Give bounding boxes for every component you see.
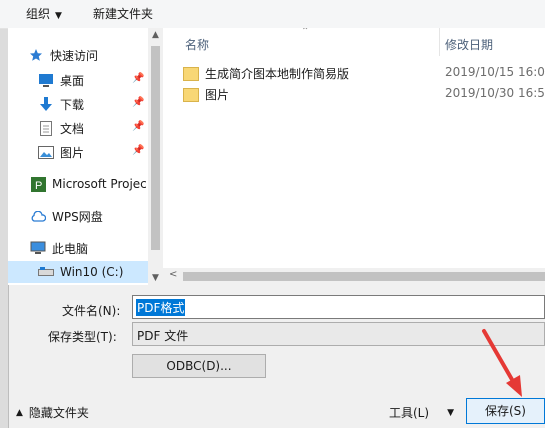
save-type-value: PDF 文件 bbox=[137, 329, 189, 343]
nav-item-wps-cloud[interactable]: WPS网盘 bbox=[30, 205, 148, 227]
scroll-down-icon[interactable]: ▼ bbox=[148, 273, 163, 283]
tools-label: 工具(L) bbox=[389, 406, 430, 420]
nav-item-label: 此电脑 bbox=[52, 241, 89, 256]
chevron-up-icon: ▲ bbox=[16, 407, 23, 418]
hide-folders-label: 隐藏文件夹 bbox=[28, 406, 89, 420]
scroll-up-icon[interactable]: ▲ bbox=[148, 30, 163, 40]
tools-menu-button[interactable]: 工具(L) ▼ bbox=[389, 404, 454, 421]
save-button[interactable]: 保存(S) bbox=[466, 398, 545, 424]
nav-item-label: WPS网盘 bbox=[52, 209, 103, 224]
file-name: 图片 bbox=[205, 88, 230, 102]
document-icon bbox=[38, 120, 54, 136]
new-folder-button[interactable]: 新建文件夹 bbox=[93, 5, 153, 22]
file-date: 2019/10/30 16:55 bbox=[445, 86, 545, 100]
chevron-down-icon: ▼ bbox=[55, 11, 62, 21]
folder-icon bbox=[183, 87, 199, 102]
nav-item-label: 桌面 bbox=[60, 73, 85, 88]
project-icon: P bbox=[30, 176, 46, 192]
nav-item-label: 下载 bbox=[60, 97, 85, 112]
dialog-toolbar: 组织 ▼ 新建文件夹 bbox=[0, 0, 545, 29]
download-arrow-icon bbox=[38, 96, 54, 112]
filename-label: 文件名(N): bbox=[62, 304, 121, 318]
nav-quick-access[interactable]: 快速访问 bbox=[28, 44, 148, 66]
navigation-scrollbar[interactable]: ▲ ▼ bbox=[148, 28, 163, 285]
nav-item-label: 文档 bbox=[60, 121, 85, 136]
filename-value: PDF格式 bbox=[136, 299, 186, 316]
svg-text:P: P bbox=[35, 180, 42, 192]
pin-icon[interactable]: 📌 bbox=[132, 97, 144, 108]
list-item-name: 图片 bbox=[183, 86, 229, 103]
filename-input[interactable]: PDF格式 bbox=[132, 295, 545, 319]
list-item-name: 生成简介图本地制作简易版 bbox=[183, 65, 349, 82]
navigation-pane: 快速访问 桌面 📌 下载 📌 文档 📌 图片 📌 P Microsoft Pro… bbox=[8, 28, 148, 285]
file-name: 生成简介图本地制作简易版 bbox=[205, 67, 350, 81]
nav-item-drive-c[interactable]: Win10 (C:) bbox=[8, 261, 148, 283]
scrollbar-thumb[interactable] bbox=[151, 46, 160, 250]
list-item[interactable]: 生成简介图本地制作简易版 2019/10/15 16:09 bbox=[183, 62, 545, 82]
drive-icon bbox=[38, 264, 54, 280]
column-header-name[interactable]: 名称 bbox=[185, 36, 209, 53]
nav-quick-access-label: 快速访问 bbox=[50, 48, 99, 63]
folder-icon bbox=[183, 66, 199, 81]
nav-item-downloads[interactable]: 下载 📌 bbox=[38, 93, 148, 115]
nav-item-pictures[interactable]: 图片 📌 bbox=[38, 141, 148, 163]
scroll-left-icon[interactable]: < bbox=[169, 269, 177, 280]
picture-icon bbox=[38, 144, 54, 160]
horizontal-scrollbar[interactable]: < bbox=[163, 268, 545, 285]
column-header-date[interactable]: 修改日期 bbox=[445, 36, 493, 53]
odbc-button[interactable]: ODBC(D)... bbox=[132, 354, 266, 378]
nav-item-label: 图片 bbox=[60, 145, 85, 160]
nav-item-desktop[interactable]: 桌面 📌 bbox=[38, 69, 148, 91]
organize-menu-button[interactable]: 组织 ▼ bbox=[26, 5, 62, 22]
file-date: 2019/10/15 16:09 bbox=[445, 65, 545, 79]
desktop-icon bbox=[38, 72, 54, 88]
sort-ascending-icon: ⌃ bbox=[301, 28, 310, 37]
save-type-label: 保存类型(T): bbox=[48, 330, 117, 344]
scrollbar-thumb[interactable] bbox=[183, 272, 545, 281]
file-list: ⌃ 名称 修改日期 生成简介图本地制作简易版 2019/10/15 16:09 … bbox=[163, 28, 545, 285]
pin-icon[interactable]: 📌 bbox=[132, 73, 144, 84]
nav-item-microsoft-project[interactable]: P Microsoft Projec bbox=[30, 173, 148, 195]
column-divider[interactable] bbox=[439, 28, 440, 56]
nav-item-documents[interactable]: 文档 📌 bbox=[38, 117, 148, 139]
nav-item-label: Microsoft Projec bbox=[52, 177, 147, 191]
cloud-icon bbox=[30, 208, 46, 224]
nav-item-this-pc[interactable]: 此电脑 bbox=[30, 237, 148, 259]
pin-icon[interactable]: 📌 bbox=[132, 145, 144, 156]
pin-icon[interactable]: 📌 bbox=[132, 121, 144, 132]
hide-folders-toggle[interactable]: ▲ 隐藏文件夹 bbox=[16, 404, 89, 421]
annotation-arrow-icon bbox=[482, 329, 522, 397]
computer-icon bbox=[30, 240, 46, 256]
list-item[interactable]: 图片 2019/10/30 16:55 bbox=[183, 83, 545, 103]
chevron-down-icon: ▼ bbox=[447, 407, 454, 418]
nav-item-label: Win10 (C:) bbox=[60, 265, 124, 279]
star-icon bbox=[28, 47, 44, 63]
organize-label: 组织 bbox=[26, 7, 51, 21]
